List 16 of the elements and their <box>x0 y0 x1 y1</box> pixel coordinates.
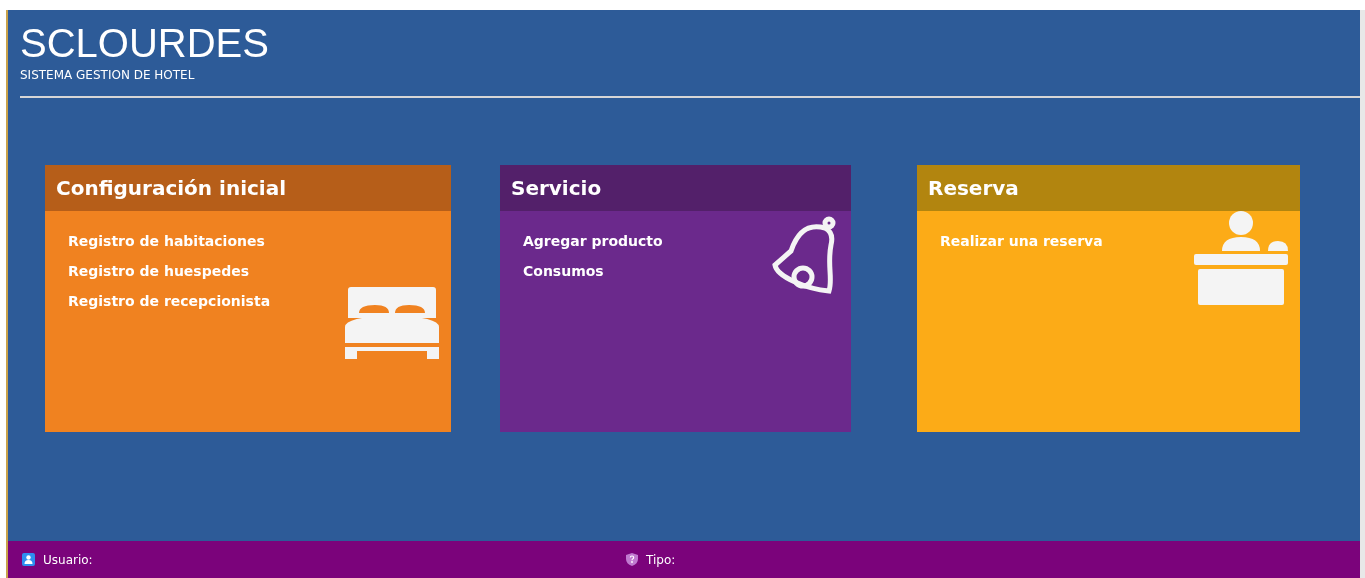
app-title: SCLOURDES <box>20 22 270 64</box>
user-icon <box>22 553 35 566</box>
status-label: Tipo: <box>646 552 676 567</box>
menu-link[interactable]: Registro de habitaciones <box>68 232 265 250</box>
app-subtitle: SISTEMA GESTION DE HOTEL <box>20 68 196 82</box>
card-header: Reserva <box>917 165 1300 211</box>
menu-link[interactable]: Registro de recepcionista <box>68 292 271 310</box>
menu-link[interactable]: Agregar producto <box>523 232 663 250</box>
menu-link[interactable]: Realizar una reserva <box>940 232 1103 250</box>
menu-link[interactable]: Consumos <box>523 262 604 280</box>
card-header: Configuración inicial <box>45 165 451 211</box>
shield-icon <box>626 553 638 566</box>
status-label: Usuario: <box>43 552 93 567</box>
card-header: Servicio <box>500 165 851 211</box>
menu-link[interactable]: Registro de huespedes <box>68 262 250 280</box>
reception-desk-icon <box>1194 211 1288 305</box>
